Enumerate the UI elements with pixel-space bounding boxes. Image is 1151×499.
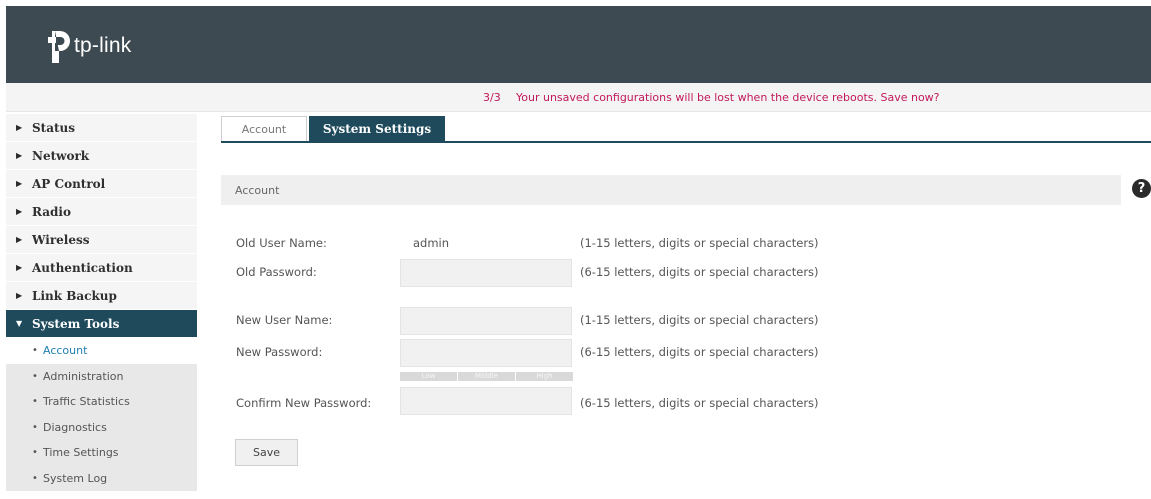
caret-right-icon: ▶ (16, 151, 23, 160)
new-user-name-field[interactable] (400, 307, 572, 335)
sidebar-subitem-label: System Log (43, 471, 108, 485)
new-password-hint: (6-15 letters, digits or special charact… (580, 345, 819, 359)
confirm-password-label: Confirm New Password: (236, 396, 372, 410)
sidebar-subitem-time-settings[interactable]: • Time Settings (6, 440, 197, 466)
sidebar-item-wireless[interactable]: ▶ Wireless (6, 226, 197, 254)
bullet-icon: • (32, 421, 38, 433)
tab-underline (221, 141, 1151, 143)
sidebar-item-radio[interactable]: ▶ Radio (6, 198, 197, 226)
sidebar-subitem-administration[interactable]: • Administration (6, 363, 197, 389)
caret-right-icon: ▶ (16, 263, 23, 272)
sidebar-item-label: Authentication (32, 260, 133, 275)
caret-right-icon: ▶ (16, 179, 23, 188)
tab-account[interactable]: Account (221, 116, 307, 142)
sidebar-item-status[interactable]: ▶ Status (6, 114, 197, 142)
sidebar-item-label: Status (32, 120, 76, 135)
sidebar-subitem-account[interactable]: • Account (6, 338, 197, 364)
sidebar-item-link-backup[interactable]: ▶ Link Backup (6, 282, 197, 310)
bullet-icon: • (32, 370, 38, 382)
logo-text: tp-link (74, 34, 132, 57)
bullet-icon: • (32, 345, 38, 357)
sidebar-item-label: Network (32, 148, 90, 163)
save-button[interactable]: Save (235, 439, 298, 466)
section-header: Account (221, 175, 1121, 205)
sidebar-subitem-label: Diagnostics (43, 420, 107, 434)
old-user-name-label: Old User Name: (236, 236, 327, 250)
confirm-password-hint: (6-15 letters, digits or special charact… (580, 396, 819, 410)
strength-low: Low (400, 372, 457, 381)
notice-count: 3/3 (483, 91, 501, 104)
notice-bar: 3/3 Your unsaved configurations will be … (6, 83, 1151, 112)
bullet-icon: • (32, 472, 38, 484)
caret-right-icon: ▶ (16, 291, 23, 300)
sidebar-subitem-label: Administration (43, 369, 124, 383)
sidebar-item-label: System Tools (32, 316, 120, 331)
old-password-hint: (6-15 letters, digits or special charact… (580, 265, 819, 279)
sidebar-subitem-label: Traffic Statistics (43, 395, 130, 409)
sidebar-item-authentication[interactable]: ▶ Authentication (6, 254, 197, 282)
tp-link-logo[interactable]: tp-link (42, 26, 131, 66)
sidebar-subitem-label: Time Settings (43, 446, 119, 460)
sidebar-subitem-system-log[interactable]: • System Log (6, 465, 197, 491)
top-header: tp-link (6, 6, 1151, 83)
strength-high: High (516, 372, 573, 381)
bullet-icon: • (32, 396, 38, 408)
confirm-password-field[interactable] (400, 387, 572, 415)
tab-system-settings[interactable]: System Settings (309, 116, 445, 142)
caret-down-icon: ▼ (16, 319, 23, 328)
old-password-field[interactable] (400, 259, 572, 287)
password-strength-meter: Low Middle High (400, 372, 574, 381)
new-user-name-label: New User Name: (236, 313, 333, 327)
old-user-name-hint: (1-15 letters, digits or special charact… (580, 236, 819, 250)
help-icon[interactable]: ? (1132, 179, 1151, 198)
section-title: Account (235, 183, 280, 197)
sidebar: ▶ Status ▶ Network ▶ AP Control ▶ Radio … (6, 114, 197, 491)
sidebar-item-label: AP Control (32, 176, 106, 191)
sidebar-subitem-traffic-statistics[interactable]: • Traffic Statistics (6, 389, 197, 415)
old-password-label: Old Password: (236, 265, 317, 279)
new-user-name-hint: (1-15 letters, digits or special charact… (580, 313, 819, 327)
new-password-field[interactable] (400, 339, 572, 367)
sidebar-item-ap-control[interactable]: ▶ AP Control (6, 170, 197, 198)
strength-middle: Middle (458, 372, 515, 381)
old-user-name-value: admin (413, 236, 450, 250)
sidebar-item-label: Wireless (32, 232, 90, 247)
caret-right-icon: ▶ (16, 123, 23, 132)
sidebar-item-system-tools[interactable]: ▼ System Tools (6, 310, 197, 338)
sidebar-item-label: Radio (32, 204, 71, 219)
sidebar-subitem-label: Account (43, 344, 88, 358)
caret-right-icon: ▶ (16, 235, 23, 244)
new-password-label: New Password: (236, 345, 323, 359)
bullet-icon: • (32, 447, 38, 459)
tp-link-logo-icon (48, 31, 70, 63)
sidebar-item-network[interactable]: ▶ Network (6, 142, 197, 170)
sidebar-subitem-diagnostics[interactable]: • Diagnostics (6, 414, 197, 440)
sidebar-item-label: Link Backup (32, 288, 117, 303)
save-notice-link[interactable]: Your unsaved configurations will be lost… (516, 91, 940, 104)
caret-right-icon: ▶ (16, 207, 23, 216)
